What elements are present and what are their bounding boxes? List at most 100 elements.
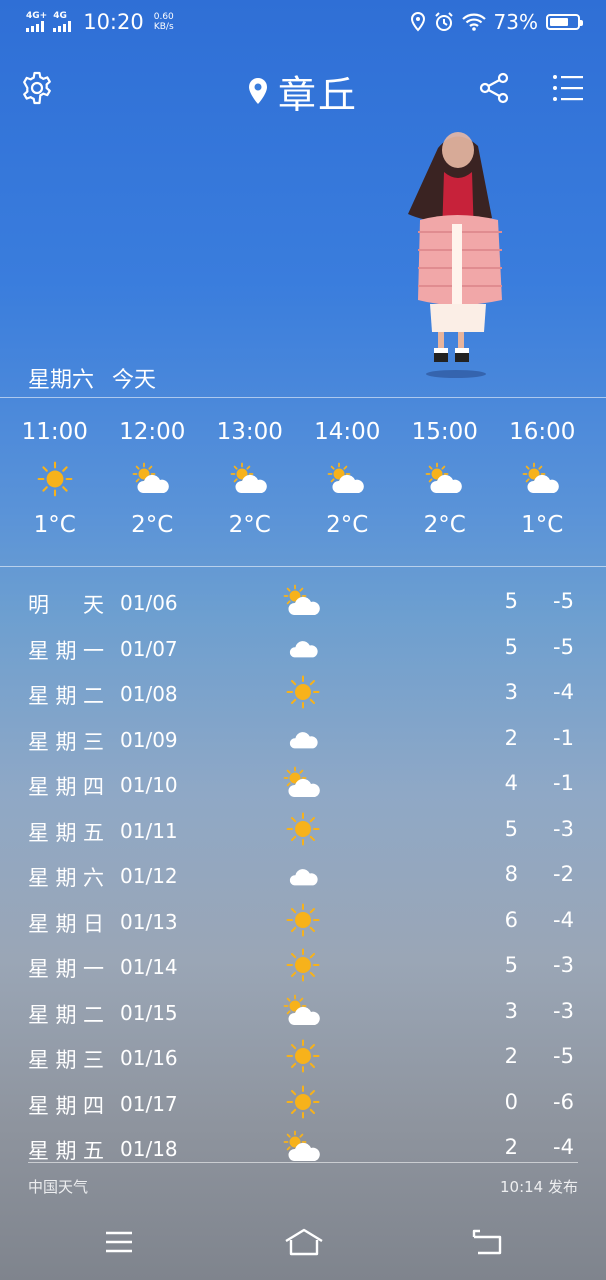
hourly-item: 14:00 2°C	[299, 414, 397, 564]
hour-time: 14:00	[314, 419, 381, 445]
day-date: 01/17	[120, 1091, 178, 1116]
signal-4g-plus-icon: 4G+	[26, 12, 47, 32]
status-bar: 4G+ 4G 10:20 0.60 KB/s 73%	[0, 0, 606, 48]
day-date: 01/06	[120, 591, 178, 615]
daily-row: 星期二 01/15 3 -3	[0, 991, 606, 1037]
hour-weather-icon	[6, 454, 104, 504]
day-low-temp: -3	[553, 816, 574, 841]
sun-icon	[286, 1039, 320, 1073]
day-low-temp: -3	[553, 953, 574, 977]
location-status-icon	[410, 12, 425, 32]
clock: 10:20	[83, 10, 144, 34]
back-button[interactable]	[462, 1222, 512, 1262]
day-low-temp: -2	[553, 862, 574, 886]
partly-cloudy-icon	[522, 462, 560, 493]
day-weather-icon	[282, 584, 324, 617]
cloud-icon	[289, 868, 318, 886]
daily-row: 星期一 01/14 5 -3	[0, 945, 606, 991]
location-pin-icon	[248, 70, 268, 114]
share-button[interactable]	[474, 68, 514, 108]
partly-cloudy-icon	[283, 994, 320, 1025]
day-high-temp: 5	[504, 953, 518, 977]
hour-temp: 2°C	[131, 512, 174, 538]
day-high-temp: 5	[504, 634, 518, 659]
day-date: 01/08	[120, 682, 178, 706]
day-date: 01/14	[120, 955, 178, 979]
day-high-temp: 0	[504, 1089, 518, 1114]
day-high-temp: 3	[504, 680, 518, 704]
hour-temp: 2°C	[423, 512, 466, 538]
daily-row: 星期五 01/18 2 -4	[0, 1127, 606, 1161]
day-low-temp: -4	[553, 907, 574, 932]
hourly-forecast[interactable]: 11:00 1°C 12:00 2°C 13:00 2°C 14:00 2°C …	[0, 414, 606, 564]
day-name: 星期六	[28, 866, 104, 890]
city-name: 章丘	[277, 73, 358, 117]
day-date: 01/13	[120, 909, 178, 934]
day-date: 01/10	[120, 773, 178, 797]
day-weather-icon	[282, 994, 324, 1027]
day-high-temp: 3	[504, 998, 518, 1023]
footer: 中国天气 10:14 发布	[28, 1162, 578, 1202]
day-name: 星期五	[28, 1139, 104, 1161]
day-weather-icon	[282, 903, 324, 936]
day-name: 明天	[28, 593, 104, 617]
day-weather-icon	[282, 858, 324, 890]
day-date: 01/16	[120, 1046, 178, 1070]
hour-time: 11:00	[21, 419, 88, 445]
partly-cloudy-icon	[327, 462, 365, 493]
signal-4g-icon: 4G	[53, 12, 72, 32]
day-name: 星期二	[28, 1002, 104, 1027]
day-high-temp: 6	[504, 907, 518, 932]
alarm-icon	[434, 12, 453, 31]
hourly-item: 12:00 2°C	[104, 414, 202, 564]
divider	[0, 397, 606, 398]
hour-weather-icon	[299, 454, 397, 504]
list-icon	[553, 75, 583, 101]
day-high-temp: 2	[504, 1044, 518, 1068]
hour-weather-icon	[396, 454, 494, 504]
daily-row: 星期六 01/12 8 -2	[0, 854, 606, 900]
daily-forecast-list[interactable]: 明天 01/06 5 -5 星期一 01/07 5 -5 星期二 01/08 3 -4 星期三 01…	[0, 581, 606, 1161]
city-list-button[interactable]	[548, 68, 588, 108]
day-high-temp: 4	[504, 771, 518, 795]
day-date: 01/18	[120, 1137, 178, 1161]
today-label: 星期六 今天	[28, 362, 174, 394]
today-text: 今天	[112, 368, 157, 393]
day-low-temp: -1	[553, 725, 574, 750]
hour-time: 12:00	[119, 419, 186, 445]
daily-row: 星期三 01/16 2 -5	[0, 1036, 606, 1082]
hour-weather-icon	[494, 454, 592, 504]
hourly-item: 16:00 1°C	[494, 414, 592, 564]
hour-temp: 2°C	[326, 512, 369, 538]
menu-icon	[106, 1231, 132, 1253]
divider	[0, 566, 606, 567]
battery-percent: 73%	[493, 10, 538, 34]
navigation-bar	[0, 1208, 606, 1280]
network-speed: 0.60 KB/s	[154, 12, 174, 32]
day-high-temp: 8	[504, 862, 518, 886]
day-low-temp: -4	[553, 1135, 574, 1159]
day-high-temp: 5	[504, 589, 518, 613]
day-name: 星期三	[28, 729, 104, 754]
day-low-temp: -5	[553, 1044, 574, 1068]
day-weather-icon	[282, 766, 324, 799]
daily-row: 星期日 01/13 6 -4	[0, 900, 606, 946]
daily-row: 星期五 01/11 5 -3	[0, 809, 606, 855]
home-button[interactable]	[279, 1222, 329, 1262]
day-weather-icon	[282, 1130, 324, 1161]
home-icon	[285, 1228, 323, 1256]
menu-button[interactable]	[94, 1222, 144, 1262]
sun-icon	[286, 903, 320, 936]
day-low-temp: -4	[553, 680, 574, 704]
day-low-temp: -5	[553, 589, 574, 613]
day-name: 星期三	[28, 1048, 104, 1072]
day-low-temp: -1	[553, 771, 574, 795]
wifi-icon	[461, 13, 486, 31]
day-name: 星期日	[28, 911, 104, 936]
city-header[interactable]: 章丘	[0, 64, 606, 119]
day-date: 01/07	[120, 636, 178, 661]
day-weather-icon	[282, 675, 324, 709]
day-low-temp: -6	[553, 1089, 574, 1114]
day-name: 星期四	[28, 775, 104, 799]
top-bar: 章丘	[0, 60, 606, 120]
